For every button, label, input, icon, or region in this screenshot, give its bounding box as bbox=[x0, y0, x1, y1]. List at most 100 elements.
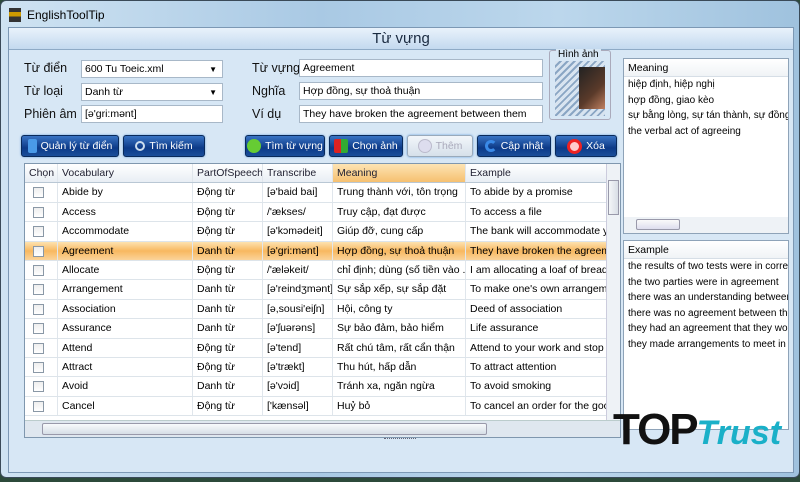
column-header[interactable]: Chọn bbox=[25, 164, 58, 183]
no-entry-icon bbox=[567, 138, 583, 154]
pronunciation-label: Phiên âm bbox=[24, 107, 77, 121]
manage-label: Quản lý từ điển bbox=[40, 140, 113, 152]
find-word-label: Tìm từ vựng bbox=[265, 140, 323, 152]
table-row[interactable]: Accommodate Động từ [ə'kɔmədeit] Giúp đỡ, c… bbox=[25, 222, 607, 242]
select-cell bbox=[25, 299, 58, 319]
dictionary-value: 600 Tu Toeic.xml bbox=[85, 63, 164, 75]
plus-icon bbox=[417, 139, 432, 153]
select-cell bbox=[25, 396, 58, 416]
select-checkbox[interactable] bbox=[33, 362, 44, 373]
table-row[interactable]: Agreement Danh từ [ə'gri:mənt] Hợp đồng, sự… bbox=[25, 241, 607, 261]
select-checkbox[interactable] bbox=[33, 265, 44, 276]
table-row[interactable]: Abide by Động từ [ə'baid bai] Trung thành v… bbox=[25, 183, 607, 203]
vertical-scrollbar[interactable] bbox=[606, 164, 620, 420]
cell: Association bbox=[58, 299, 193, 319]
app-window: EnglishToolTip Từ vựng Từ điển 600 Tu To… bbox=[0, 0, 800, 478]
select-cell bbox=[25, 338, 58, 357]
column-header[interactable]: Vocabulary bbox=[58, 164, 193, 183]
cell: [ə'trækt] bbox=[263, 358, 333, 377]
scroll-thumb[interactable] bbox=[636, 219, 680, 230]
example-input[interactable]: They have broken the agreement between t… bbox=[299, 105, 543, 123]
table-row[interactable]: Assurance Danh từ [ə'ʃuərəns] Sự bảo đảm, b… bbox=[25, 319, 607, 339]
table-row[interactable]: Allocate Động từ/'æləkeit/chỉ định; dùng … bbox=[25, 261, 607, 281]
cell: Huỷ bỏ bbox=[333, 396, 466, 416]
cell: Avoid bbox=[58, 377, 193, 396]
cell: [ə'gri:mənt] bbox=[263, 241, 333, 260]
column-header[interactable]: PartOfSpeech bbox=[193, 164, 263, 183]
add-label: Thêm bbox=[435, 140, 463, 152]
update-label: Cập nhật bbox=[500, 140, 544, 152]
cell: chỉ định; dùng (số tiền vào ... bbox=[333, 261, 466, 280]
search-button[interactable]: Tìm kiếm bbox=[123, 135, 205, 157]
column-header[interactable]: Example bbox=[466, 164, 607, 183]
cell: Deed of association bbox=[466, 299, 607, 319]
select-checkbox[interactable] bbox=[33, 342, 44, 354]
select-checkbox[interactable] bbox=[33, 323, 44, 335]
vocabulary-label: Từ vựng bbox=[252, 61, 300, 75]
meaning-scrollbar[interactable] bbox=[624, 217, 788, 233]
cell: Agreement bbox=[58, 241, 193, 260]
vocabulary-input[interactable]: Agreement bbox=[299, 59, 543, 77]
select-checkbox[interactable] bbox=[33, 303, 44, 315]
cell: [ə'ʃuərəns] bbox=[263, 319, 333, 338]
page-title: Từ vựng bbox=[9, 28, 793, 50]
cell: /'ækses/ bbox=[263, 202, 333, 222]
update-button[interactable]: Cập nhật bbox=[477, 135, 551, 157]
word-type-select[interactable]: Danh từ bbox=[81, 83, 223, 101]
select-checkbox[interactable] bbox=[33, 284, 44, 296]
image-box[interactable]: Hình ảnh bbox=[549, 49, 611, 120]
dictionary-select[interactable]: 600 Tu Toeic.xml bbox=[81, 60, 223, 78]
meaning-panel-title: Meaning bbox=[624, 59, 788, 77]
panel-line: there was an understanding between bbox=[628, 292, 788, 303]
table-row[interactable]: Attend Động từ [ə'tend] Rất chú tâm, rất cẩ… bbox=[25, 338, 607, 358]
column-header[interactable]: Meaning bbox=[333, 164, 466, 183]
panel-line: the results of two tests were in corresp… bbox=[628, 261, 788, 272]
cell: /'æləkeit/ bbox=[263, 261, 333, 280]
table-row[interactable]: Attract Động từ [ə'trækt] Thu hút, hấp dẫn T… bbox=[25, 358, 607, 378]
panel-line: hợp đồng, giao kèo bbox=[628, 94, 715, 106]
cell: Danh từ bbox=[193, 319, 263, 338]
select-cell bbox=[25, 241, 58, 260]
meaning-input[interactable]: Hợp đồng, sự thoả thuận bbox=[299, 82, 543, 100]
table-row[interactable]: Cancel Động từ ['kænsəl] Huỷ bỏ To cancel an… bbox=[25, 396, 607, 417]
table-row[interactable]: Association Danh từ [ə,sousi'eiʃn] Hội, côn… bbox=[25, 299, 607, 320]
cell: Tránh xa, ngăn ngừa bbox=[333, 377, 466, 396]
scroll-thumb[interactable] bbox=[42, 423, 487, 435]
app-icon bbox=[9, 8, 21, 22]
panel-line: sự bằng lòng, sự tán thành, sự đồng ý bbox=[628, 110, 788, 121]
delete-button[interactable]: Xóa bbox=[555, 135, 617, 157]
cell: Danh từ bbox=[193, 377, 263, 396]
scroll-thumb[interactable] bbox=[608, 180, 619, 215]
example-panel: Example the results of two tests were in… bbox=[623, 240, 789, 430]
cell: Arrangement bbox=[58, 280, 193, 299]
cell: Assurance bbox=[58, 319, 193, 338]
manage-dictionary-button[interactable]: Quản lý từ điển bbox=[21, 135, 119, 157]
column-header[interactable]: Transcribe bbox=[263, 164, 333, 183]
cell: Động từ bbox=[193, 261, 263, 280]
choose-image-button[interactable]: Chọn ảnh bbox=[329, 135, 403, 157]
select-checkbox[interactable] bbox=[33, 206, 44, 218]
select-checkbox[interactable] bbox=[33, 245, 44, 257]
vocabulary-grid: Cancel Động từ ['kænsəl] Huỷ bỏ To cancel an… bbox=[24, 163, 621, 438]
horizontal-scrollbar[interactable] bbox=[25, 420, 620, 437]
pronunciation-input[interactable]: [ə'gri:mənt] bbox=[81, 105, 223, 123]
select-checkbox[interactable] bbox=[33, 400, 44, 412]
find-word-button[interactable]: Tìm từ vựng bbox=[245, 135, 325, 157]
select-cell bbox=[25, 319, 58, 338]
search-label: Tìm kiếm bbox=[149, 140, 193, 152]
select-checkbox[interactable] bbox=[33, 187, 44, 199]
add-button[interactable]: Thêm bbox=[407, 135, 473, 157]
cell: Động từ bbox=[193, 396, 263, 416]
splitter-grip[interactable] bbox=[384, 438, 416, 441]
meaning-label: Nghĩa bbox=[252, 84, 286, 98]
cell: [ə'vɔid] bbox=[263, 377, 333, 396]
table-row[interactable]: Avoid Danh từ [ə'vɔid] Tránh xa, ngăn ngừa T… bbox=[25, 377, 607, 397]
word-type-label: Từ loại bbox=[24, 84, 63, 98]
select-checkbox[interactable] bbox=[33, 226, 44, 238]
table-row[interactable]: Access Động từ/'ækses/Truy cập, đạt được T… bbox=[25, 202, 607, 223]
cell: ['kænsəl] bbox=[263, 396, 333, 416]
table-row[interactable]: Arrangement Danh từ [ə'reindʒmənt] Sự sắp x… bbox=[25, 280, 607, 300]
select-checkbox[interactable] bbox=[33, 381, 44, 393]
panel-line: hiệp định, hiệp nghị bbox=[628, 79, 715, 90]
cell: The bank will accommodate you w bbox=[466, 222, 607, 241]
